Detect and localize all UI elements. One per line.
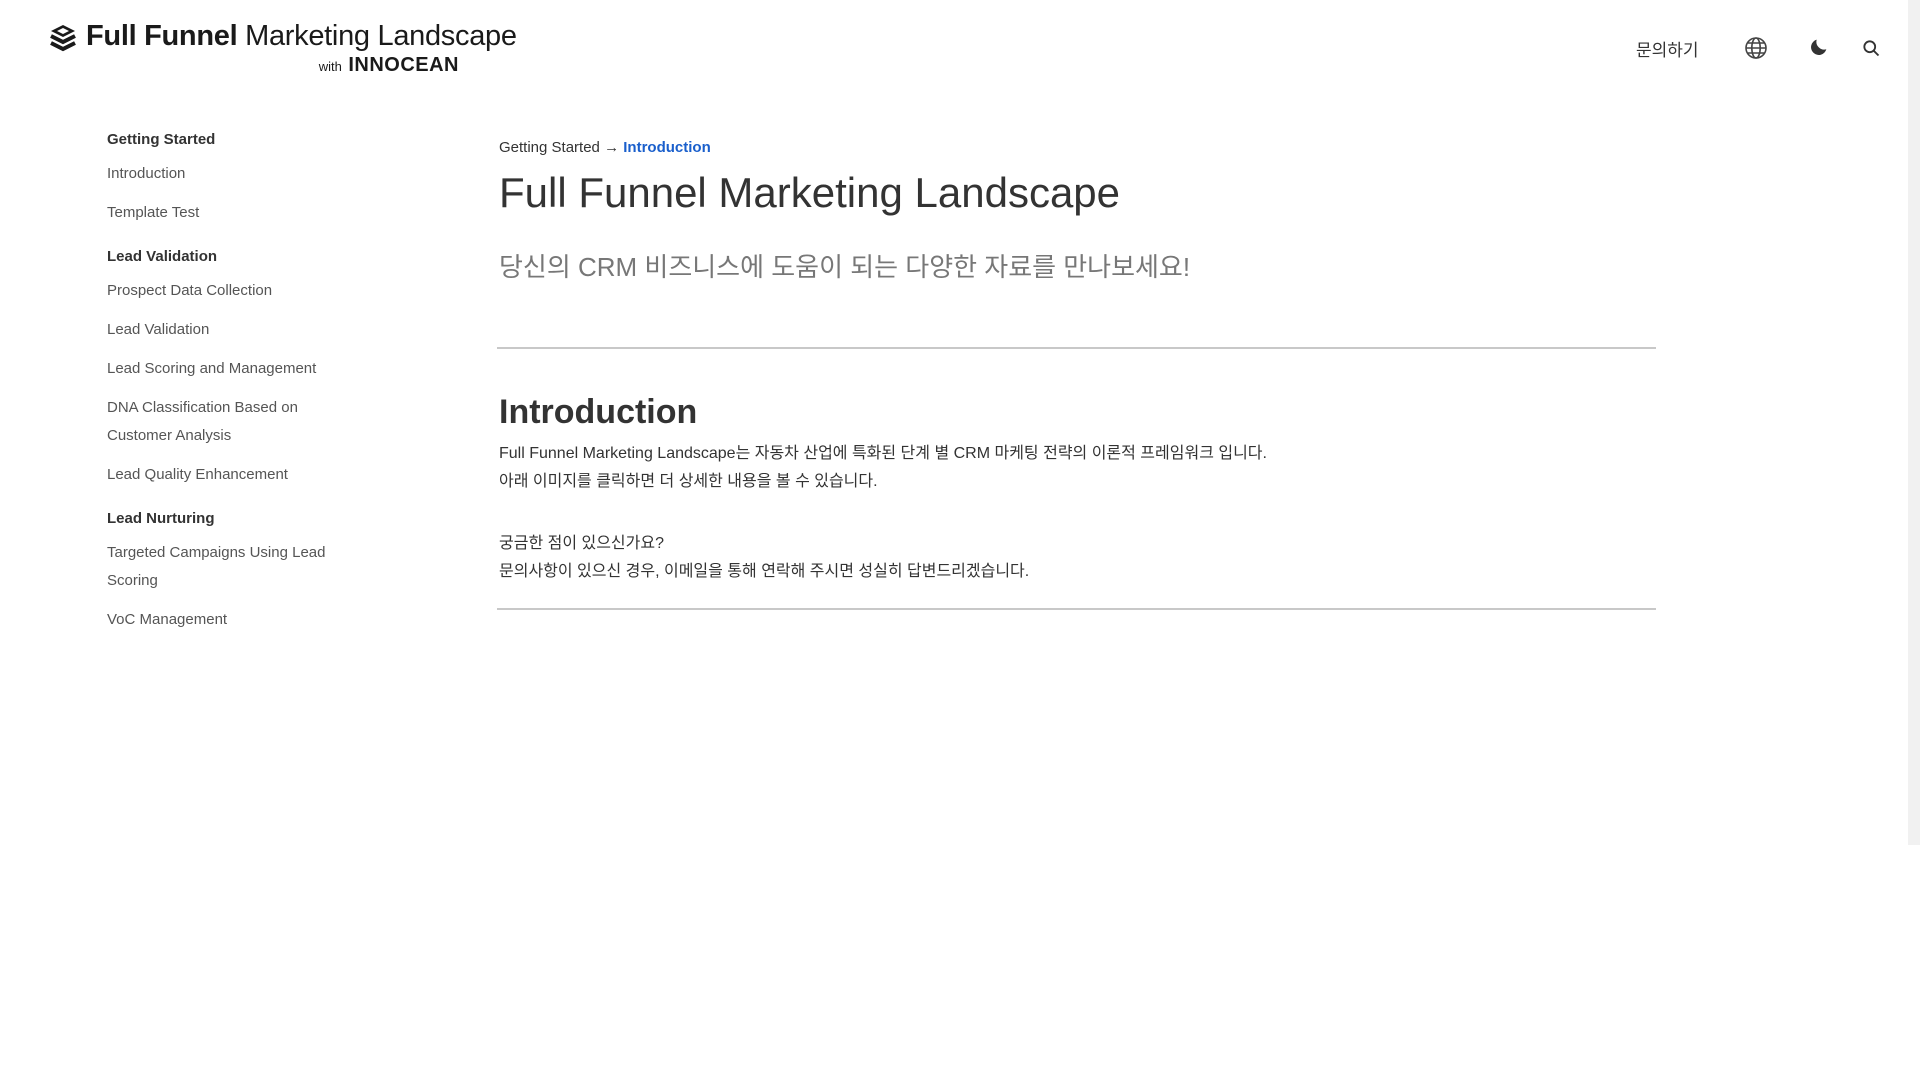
contact-line-2: 문의사항이 있으신 경우, 이메일을 통해 연락해 주시면 성실히 답변드리겠습…	[499, 563, 1030, 580]
page-scrollbar[interactable]	[1908, 0, 1920, 845]
top-header: Full Funnel Marketing Landscape with INN…	[0, 0, 1908, 100]
sidebar-item-prospect-data-collection[interactable]: Prospect Data Collection	[107, 277, 347, 305]
sidebar-item-lead-scoring[interactable]: Lead Scoring and Management	[107, 355, 347, 383]
logo-with: with	[318, 59, 342, 74]
sidebar-item-introduction[interactable]: Introduction	[107, 160, 347, 188]
breadcrumb-separator: →	[599, 139, 624, 156]
sidebar-item-targeted-campaigns[interactable]: Targeted Campaigns Using Lead Scoring	[107, 539, 347, 595]
main-content: Getting Started → Introduction Full Funn…	[497, 138, 1656, 610]
sidebar-group-title: Getting Started	[107, 131, 216, 148]
contact-line-1: 궁금한 점이 있으신가요?	[499, 535, 664, 552]
section-title: Introduction	[499, 393, 698, 431]
intro-line-1: Full Funnel Marketing Landscape는 자동차 산업에…	[499, 445, 1267, 462]
search-icon[interactable]	[1861, 38, 1885, 62]
site-logo[interactable]: Full Funnel Marketing Landscape with INN…	[50, 18, 517, 78]
page: Full Funnel Marketing Landscape with INN…	[0, 0, 1920, 1080]
intro-line-2: 아래 이미지를 클릭하면 더 상세한 내용을 볼 수 있습니다.	[499, 473, 878, 490]
stacked-layers-icon	[50, 24, 76, 54]
intro-paragraph: Full Funnel Marketing Landscape는 자동차 산업에…	[499, 440, 1267, 496]
sidebar-item-voc-management[interactable]: VoC Management	[107, 606, 347, 634]
divider-top	[497, 347, 1656, 349]
sidebar-item-template-test[interactable]: Template Test	[107, 199, 347, 227]
globe-icon[interactable]	[1744, 36, 1768, 60]
breadcrumb: Getting Started → Introduction	[499, 138, 1656, 158]
logo-title-bold: Full Funnel	[86, 20, 238, 52]
breadcrumb-parent[interactable]: Getting Started	[499, 139, 600, 156]
sidebar-group-getting-started: Getting Started Introduction Template Te…	[107, 130, 347, 227]
sidebar-group-lead-nurturing: Lead Nurturing Targeted Campaigns Using …	[107, 509, 347, 634]
logo-subtitle: with INNOCEAN	[319, 54, 459, 77]
breadcrumb-current[interactable]: Introduction	[623, 139, 710, 156]
page-title: Full Funnel Marketing Landscape	[499, 169, 1121, 216]
logo-title-light: Marketing Landscape	[237, 20, 517, 52]
sidebar-item-lead-validation[interactable]: Lead Validation	[107, 316, 347, 344]
sidebar-item-dna-classification[interactable]: DNA Classification Based on Customer Ana…	[107, 394, 347, 450]
sidebar-group-lead-validation: Lead Validation Prospect Data Collection…	[107, 247, 347, 489]
sidebar-group-title: Lead Validation	[107, 248, 218, 265]
logo-brand: INNOCEAN	[348, 54, 459, 76]
sidebar-item-lead-quality[interactable]: Lead Quality Enhancement	[107, 461, 347, 489]
page-subtitle: 당신의 CRM 비즈니스에 도움이 되는 다양한 자료를 만나보세요!	[499, 252, 1191, 282]
sidebar-nav: Getting Started Introduction Template Te…	[107, 130, 347, 654]
contact-link[interactable]: 문의하기	[1636, 36, 1699, 61]
logo-title: Full Funnel Marketing Landscape	[86, 18, 517, 54]
divider-bottom	[497, 608, 1656, 610]
sidebar-group-title: Lead Nurturing	[107, 510, 215, 527]
contact-paragraph: 궁금한 점이 있으신가요? 문의사항이 있으신 경우, 이메일을 통해 연락해 …	[499, 530, 1029, 586]
moon-icon[interactable]	[1808, 36, 1832, 60]
